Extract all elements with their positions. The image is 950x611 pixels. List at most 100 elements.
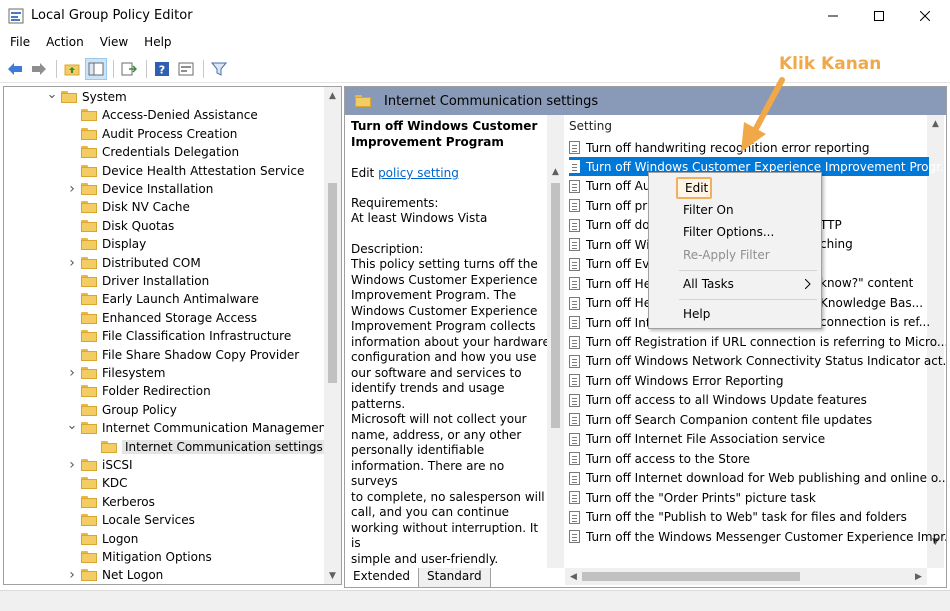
setting-row[interactable]: Turn off the Windows Messenger Customer …	[569, 527, 946, 546]
back-button[interactable]	[4, 58, 26, 80]
setting-row[interactable]: Turn off Internet File Association servi…	[569, 430, 929, 449]
context-menu-all-tasks[interactable]: All Tasks	[683, 277, 734, 291]
setting-row[interactable]: Turn off access to the Store	[569, 449, 929, 468]
folder-icon	[81, 183, 97, 195]
expand-chevron-icon[interactable]: ⌄	[46, 87, 58, 102]
description-scrollbar[interactable]: ▲	[547, 115, 564, 568]
maximize-button[interactable]	[856, 0, 902, 32]
context-menu-filter-on[interactable]: Filter On	[683, 203, 734, 217]
group-policy-app-icon	[8, 8, 24, 24]
folder-icon	[81, 477, 97, 490]
setting-row[interactable]: Turn off Internet download for Web publi…	[569, 469, 946, 488]
collapse-chevron-icon[interactable]: ›	[66, 457, 78, 473]
tab-standard[interactable]: Standard	[418, 568, 491, 588]
forward-button[interactable]	[28, 58, 50, 80]
tree-item[interactable]: Logon	[66, 530, 138, 548]
collapse-chevron-icon[interactable]: ›	[66, 567, 78, 583]
tree-item-label: Net Logon	[102, 568, 164, 583]
tree-item[interactable]: ⌄ System	[46, 87, 127, 106]
tree-item[interactable]: › Device Installation	[66, 180, 213, 198]
tree-item[interactable]: File Share Shadow Copy Provider	[66, 346, 299, 364]
tree-item[interactable]: ⌄ Internet Communication Management	[66, 418, 331, 437]
horizontal-scroll-thumb[interactable]	[582, 572, 800, 581]
menu-help[interactable]: Help	[138, 32, 177, 54]
tree-item[interactable]: Group Policy	[66, 401, 177, 419]
scroll-right-icon[interactable]: ▶	[910, 568, 927, 585]
requirements-value: At least Windows Vista	[351, 211, 488, 225]
menu-view[interactable]: View	[94, 32, 134, 54]
setting-row[interactable]: Turn off the "Order Prints" picture task	[569, 488, 929, 507]
setting-row[interactable]: Turn off access to all Windows Update fe…	[569, 391, 929, 410]
scroll-up-icon[interactable]: ▲	[324, 87, 341, 104]
minimize-button[interactable]	[810, 0, 856, 32]
setting-row-label: Turn off Internet File Association servi…	[586, 432, 826, 447]
tree-item[interactable]: Display	[66, 235, 146, 253]
submenu-arrow-icon	[804, 278, 811, 292]
window-title: Local Group Policy Editor	[31, 8, 193, 23]
context-menu-edit[interactable]: Edit	[685, 181, 708, 195]
scroll-up-icon[interactable]: ▲	[547, 163, 564, 180]
tree-item[interactable]: Kerberos	[66, 493, 155, 511]
export-list-button[interactable]	[118, 58, 140, 80]
setting-row[interactable]: Turn off handwriting recognition error r…	[569, 138, 929, 157]
folder-icon	[81, 532, 97, 545]
tree-item[interactable]: Driver Installation	[66, 272, 209, 290]
scroll-thumb[interactable]	[551, 183, 560, 428]
setting-row[interactable]: Turn off Search Companion content file u…	[569, 410, 929, 429]
up-one-level-button[interactable]	[61, 58, 83, 80]
tab-extended[interactable]: Extended	[344, 568, 419, 588]
context-menu: Edit Filter On Filter Options... Re-Appl…	[648, 172, 822, 329]
tree-scrollbar[interactable]: ▲ ▼	[324, 87, 341, 584]
tree-item-label: Enhanced Storage Access	[102, 310, 258, 325]
tree-item[interactable]: File Classification Infrastructure	[66, 327, 291, 345]
scroll-up-icon[interactable]: ▲	[927, 115, 944, 132]
policy-setting-icon	[569, 160, 580, 174]
tree-item[interactable]: Internet Communication settings	[86, 438, 326, 456]
tree-item[interactable]: Access-Denied Assistance	[66, 106, 258, 124]
menu-file[interactable]: File	[4, 32, 36, 54]
tree-item[interactable]: › Net Logon	[66, 566, 163, 584]
list-horizontal-scrollbar[interactable]: ◀ ▶	[565, 568, 927, 585]
setting-row-tail: ching	[820, 237, 853, 252]
tree-item-label: Credentials Delegation	[102, 145, 240, 160]
column-header-setting[interactable]: Setting	[569, 119, 612, 133]
tree-item[interactable]: Credentials Delegation	[66, 143, 239, 161]
tree-item[interactable]: › iSCSI	[66, 456, 132, 474]
setting-row[interactable]: Turn off Registration if URL connection …	[569, 333, 946, 352]
collapse-chevron-icon[interactable]: ›	[66, 181, 78, 197]
tree-item[interactable]: Folder Redirection	[66, 382, 211, 400]
setting-row[interactable]: Turn off Windows Error Reporting	[569, 371, 929, 390]
scroll-down-icon[interactable]: ▼	[324, 567, 341, 584]
properties-button[interactable]	[175, 58, 197, 80]
tree-item[interactable]: Audit Process Creation	[66, 125, 237, 143]
filter-button[interactable]	[208, 58, 230, 80]
show-hide-tree-button[interactable]	[85, 57, 107, 80]
setting-row-label: Turn off handwriting recognition error r…	[586, 140, 870, 155]
folder-icon	[61, 91, 77, 103]
expand-chevron-icon[interactable]: ⌄	[66, 418, 78, 433]
tree-item[interactable]: Device Health Attestation Service	[66, 162, 304, 180]
help-button[interactable]: ?	[151, 58, 173, 80]
tree-item[interactable]: Enhanced Storage Access	[66, 309, 257, 327]
collapse-chevron-icon[interactable]: ›	[66, 365, 78, 381]
menu-action[interactable]: Action	[40, 32, 90, 54]
scroll-thumb[interactable]	[328, 183, 337, 383]
tree-item[interactable]: Disk NV Cache	[66, 198, 190, 216]
tree-item[interactable]: › Filesystem	[66, 364, 165, 382]
close-button[interactable]	[902, 0, 948, 32]
collapse-chevron-icon[interactable]: ›	[66, 255, 78, 271]
console-tree[interactable]: ⌄ System Access-Denied Assistance Audit Pro…	[3, 86, 342, 585]
tree-item[interactable]: Disk Quotas	[66, 217, 174, 235]
forward-arrow-icon	[32, 62, 46, 75]
scroll-left-icon[interactable]: ◀	[565, 568, 582, 585]
setting-row[interactable]: Turn off the "Publish to Web" task for f…	[569, 508, 929, 527]
tree-item[interactable]: Locale Services	[66, 511, 195, 529]
tree-item[interactable]: Mitigation Options	[66, 548, 212, 566]
setting-row[interactable]: Turn off Windows Network Connectivity St…	[569, 352, 946, 371]
tree-item[interactable]: KDC	[66, 474, 128, 492]
tree-item[interactable]: › Distributed COM	[66, 254, 201, 272]
context-menu-filter-options[interactable]: Filter Options...	[683, 225, 774, 239]
tree-item[interactable]: Early Launch Antimalware	[66, 290, 259, 308]
context-menu-help[interactable]: Help	[683, 307, 710, 321]
policy-setting-link[interactable]: policy setting	[378, 166, 459, 180]
